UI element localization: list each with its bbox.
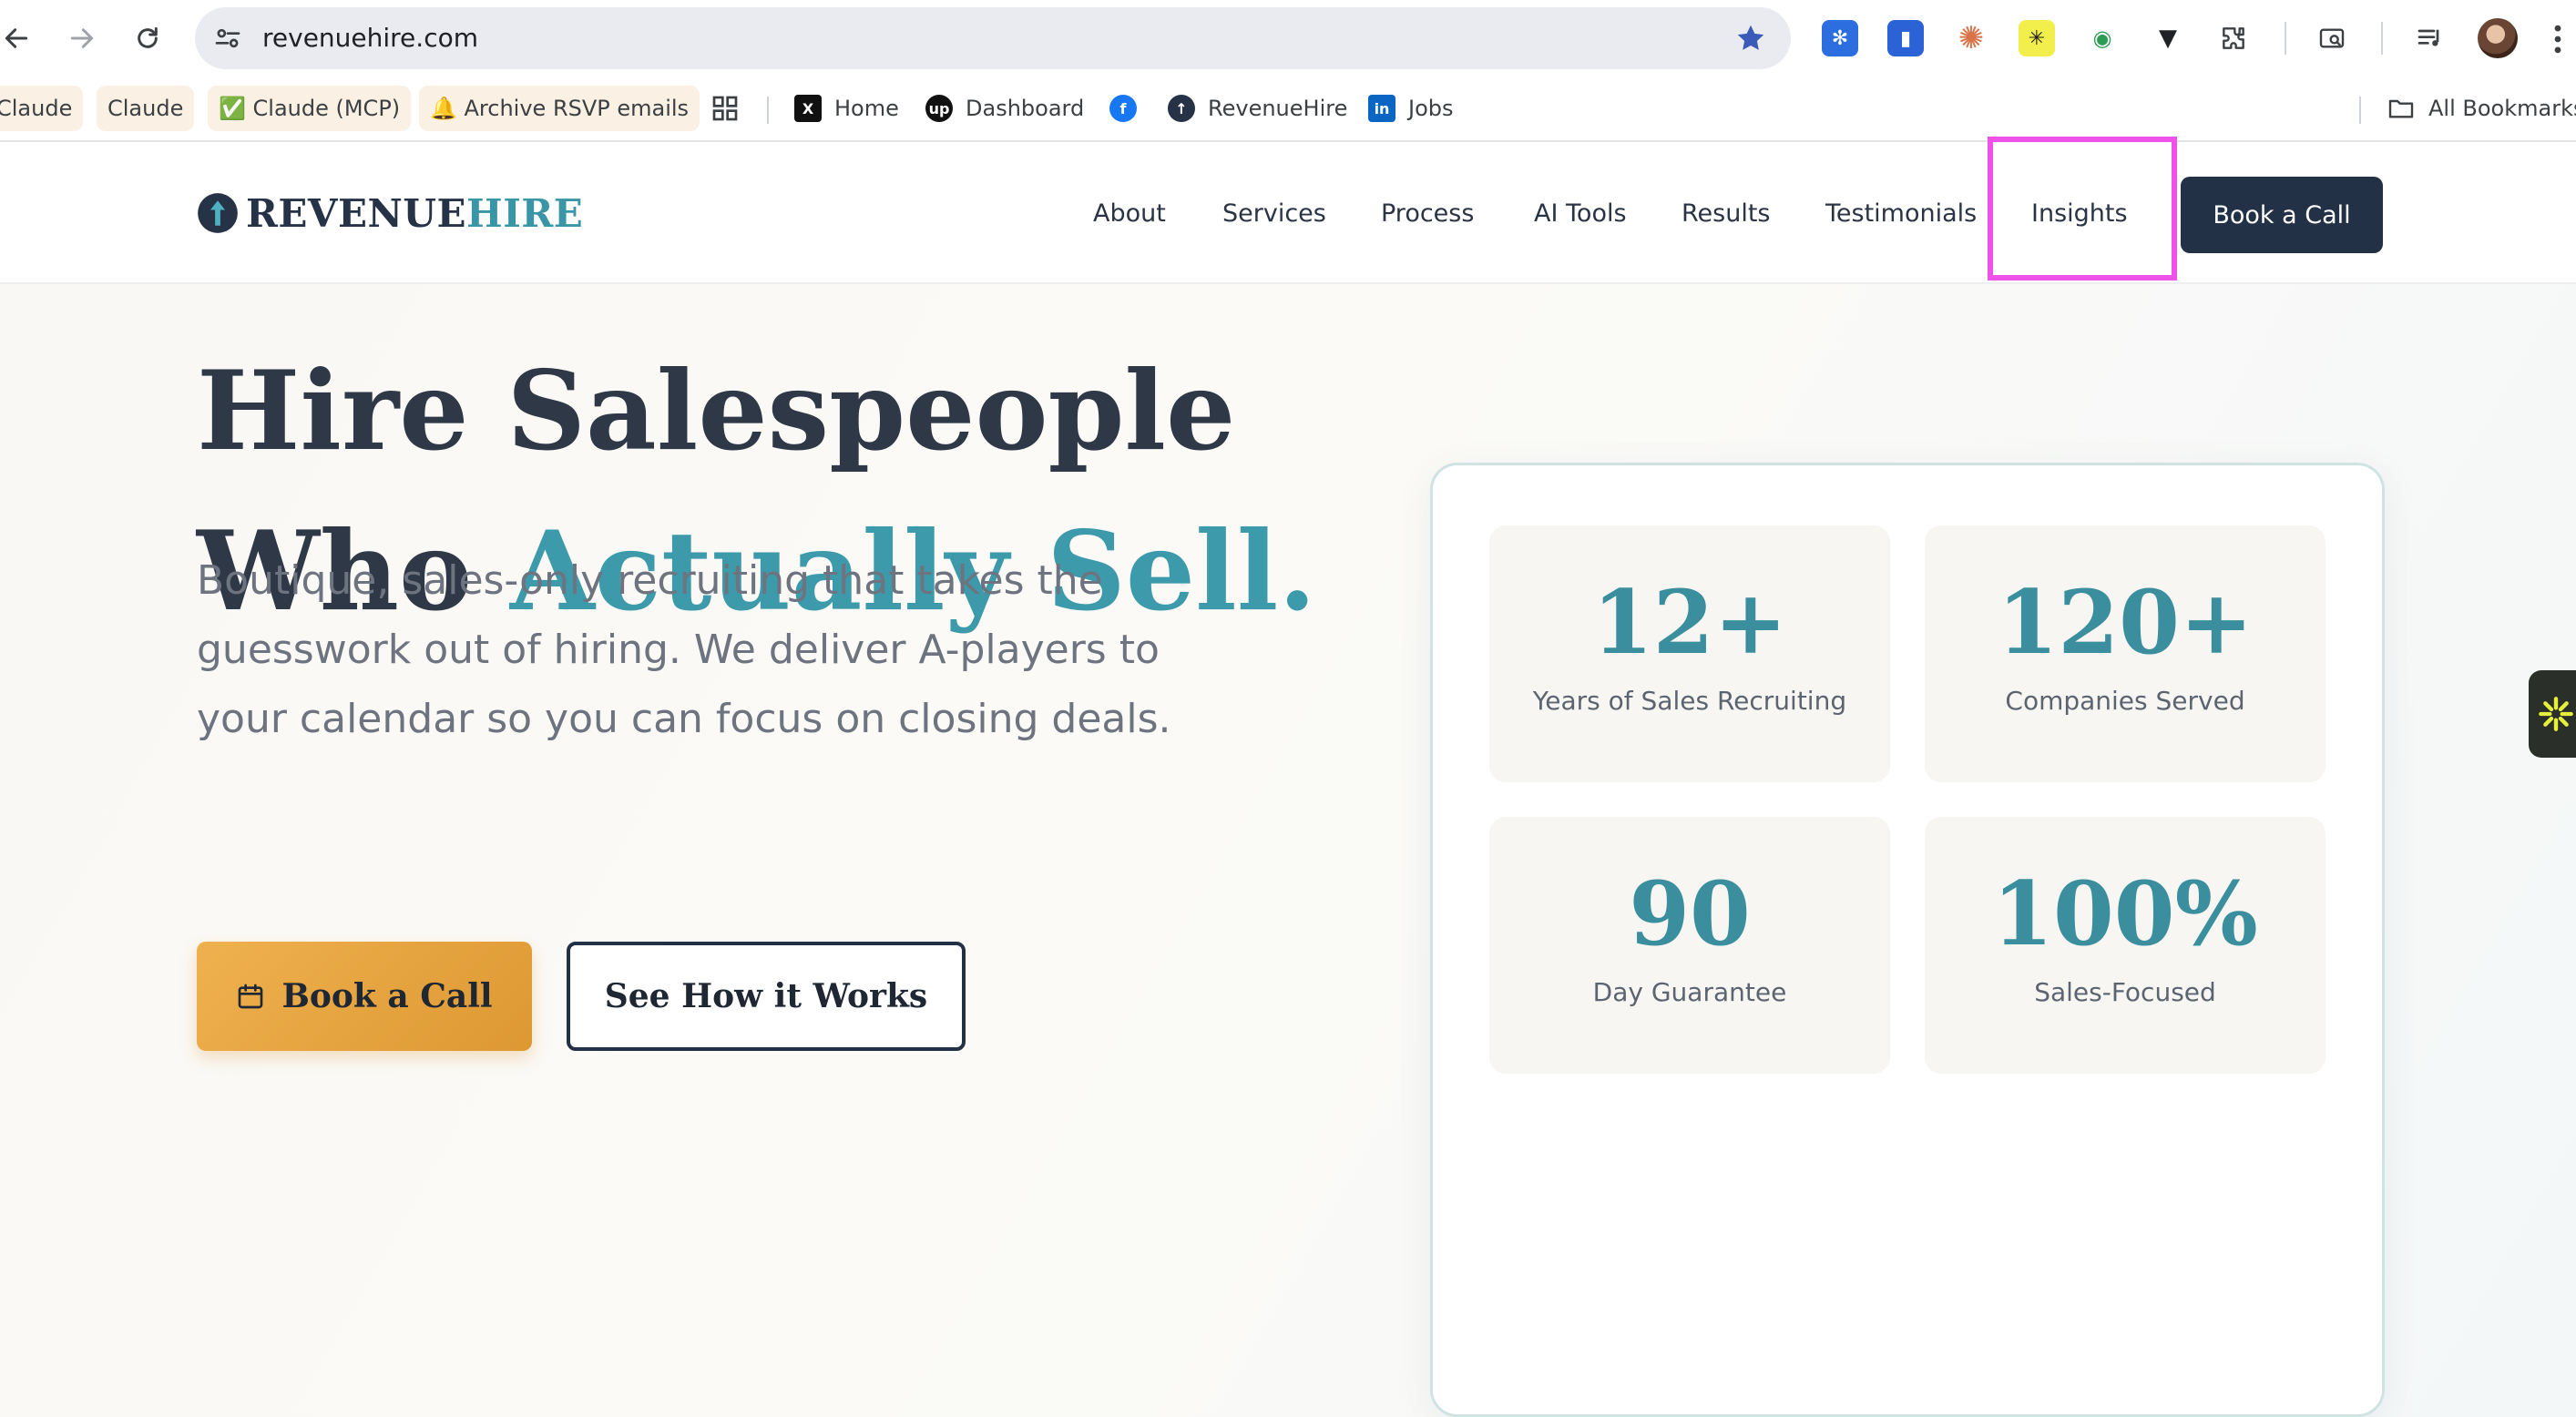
logo-text-revenue: REVENUE bbox=[246, 190, 467, 236]
stat-tile: 100% Sales-Focused bbox=[1925, 817, 2326, 1074]
profile-avatar[interactable] bbox=[2478, 18, 2518, 58]
reload-icon bbox=[138, 26, 158, 48]
hero-title-line1: Hire Salespeople bbox=[197, 347, 1236, 475]
bookmark-item[interactable]: in Jobs bbox=[1368, 86, 1454, 131]
extension-asterisk-icon[interactable]: ✳ bbox=[2019, 20, 2055, 56]
back-arrow-icon bbox=[5, 28, 28, 48]
bookmark-star-icon[interactable] bbox=[1734, 22, 1767, 55]
browser-toolbar: revenuehire.com ✻ ▮ ✺ ✳ ◉ ▼ bbox=[0, 0, 2576, 76]
insights-highlight-box bbox=[1988, 137, 2177, 280]
extension-fox-icon[interactable]: ▼ bbox=[2150, 20, 2186, 56]
facebook-logo-icon: f bbox=[1109, 95, 1137, 122]
bookmark-item[interactable]: 🔔 Archive RSVP emails bbox=[419, 86, 700, 131]
x-logo-icon: X bbox=[794, 95, 822, 122]
bookmark-item[interactable]: Claude bbox=[97, 86, 195, 131]
stat-label: Day Guarantee bbox=[1592, 977, 1787, 1007]
logo-text-hire: HIRE bbox=[466, 190, 584, 236]
folder-icon bbox=[2388, 99, 2414, 118]
stat-value: 90 bbox=[1629, 862, 1751, 965]
linkedin-logo-icon: in bbox=[1368, 95, 1395, 122]
nav-link-services[interactable]: Services bbox=[1222, 144, 1326, 284]
calendar-icon bbox=[239, 984, 263, 1009]
stats-card: 12+ Years of Sales Recruiting 120+ Compa… bbox=[1430, 463, 2385, 1417]
bookmark-item[interactable]: f bbox=[1109, 86, 1137, 131]
reload-button[interactable] bbox=[126, 16, 169, 60]
bookmark-item[interactable]: X Home bbox=[794, 86, 899, 131]
nav-link-testimonials[interactable]: Testimonials bbox=[1825, 144, 1977, 284]
bookmark-item[interactable]: up Dashboard bbox=[925, 86, 1084, 131]
revenuehire-logo-icon: ↑ bbox=[1168, 95, 1195, 122]
stat-label: Companies Served bbox=[2005, 686, 2245, 716]
header-book-call-button[interactable]: Book a Call bbox=[2181, 177, 2383, 253]
upwork-logo-icon: up bbox=[925, 95, 953, 122]
side-extension-widget[interactable] bbox=[2529, 670, 2576, 758]
stat-label: Sales-Focused bbox=[2034, 977, 2216, 1007]
extension-claude-icon[interactable]: ✺ bbox=[1953, 20, 1989, 56]
browser-menu-icon[interactable] bbox=[2552, 24, 2563, 55]
logo-arrow-icon bbox=[198, 193, 238, 233]
bookmark-item[interactable]: ✅ Claude (MCP) bbox=[208, 86, 412, 131]
apps-grid-button[interactable] bbox=[710, 86, 740, 131]
extension-trello-icon[interactable]: ▮ bbox=[1887, 20, 1924, 56]
extension-snowflake-icon[interactable]: ✻ bbox=[1822, 20, 1858, 56]
all-bookmarks-button[interactable]: All Bookmarks bbox=[2387, 86, 2576, 131]
sparkle-icon bbox=[2539, 697, 2573, 731]
stat-label: Years of Sales Recruiting bbox=[1532, 686, 1847, 716]
stat-value: 120+ bbox=[1997, 571, 2254, 674]
stat-value: 100% bbox=[1992, 862, 2258, 965]
url-text[interactable]: revenuehire.com bbox=[262, 7, 478, 69]
apps-grid-icon bbox=[712, 96, 738, 121]
hero-see-how-button[interactable]: See How it Works bbox=[567, 942, 966, 1051]
nav-link-ai-tools[interactable]: AI Tools bbox=[1534, 144, 1627, 284]
stat-tile: 120+ Companies Served bbox=[1925, 525, 2326, 782]
bookmark-item[interactable]: Claude bbox=[0, 86, 84, 131]
forward-arrow-icon bbox=[70, 28, 94, 48]
bookmarks-bar: Claude Claude ✅ Claude (MCP) 🔔 Archive R… bbox=[0, 76, 2576, 142]
extensions-puzzle-icon[interactable] bbox=[2215, 20, 2252, 56]
toolbar-separator bbox=[2381, 22, 2383, 55]
hero-subtitle: Boutique, sales-only recruiting that tak… bbox=[197, 557, 1171, 742]
extension-robot-icon[interactable]: ◉ bbox=[2084, 20, 2121, 56]
toolbar-separator bbox=[2285, 22, 2286, 55]
site-settings-icon[interactable] bbox=[213, 24, 242, 53]
stat-tile: 90 Day Guarantee bbox=[1489, 817, 1890, 1074]
bookmark-separator bbox=[2359, 97, 2361, 124]
stat-tile: 12+ Years of Sales Recruiting bbox=[1489, 525, 1890, 782]
nav-link-process[interactable]: Process bbox=[1381, 144, 1474, 284]
nav-link-about[interactable]: About bbox=[1093, 144, 1166, 284]
address-bar[interactable]: revenuehire.com bbox=[195, 7, 1791, 69]
stat-value: 12+ bbox=[1591, 571, 1788, 674]
back-button[interactable] bbox=[0, 16, 38, 60]
forward-button[interactable] bbox=[60, 16, 104, 60]
bookmark-separator bbox=[767, 97, 769, 124]
nav-link-results[interactable]: Results bbox=[1682, 144, 1771, 284]
bookmark-item[interactable]: ↑ RevenueHire bbox=[1168, 86, 1347, 131]
hero-book-call-button[interactable]: Book a Call bbox=[197, 942, 532, 1051]
site-logo[interactable]: REVENUEHIRE bbox=[197, 189, 583, 237]
media-control-icon[interactable] bbox=[2412, 20, 2448, 56]
tab-search-icon[interactable] bbox=[2314, 20, 2350, 56]
